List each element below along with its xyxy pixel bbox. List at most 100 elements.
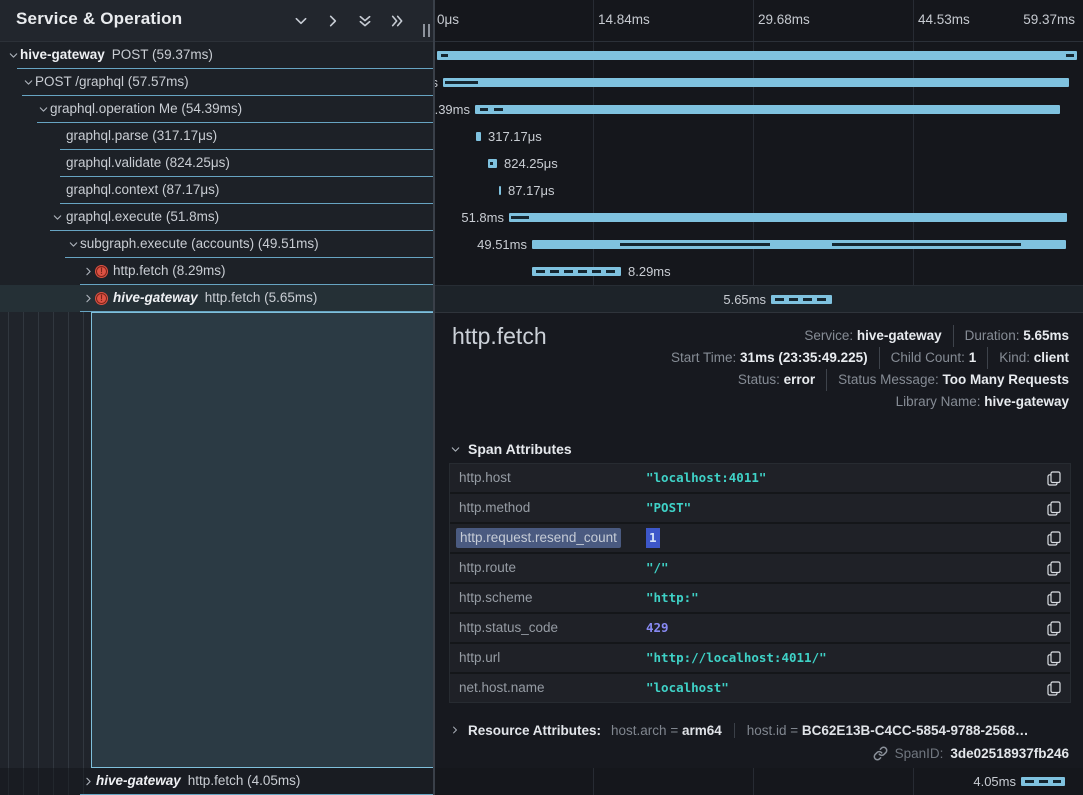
meta-label: Kind: <box>999 350 1034 365</box>
copy-icon[interactable] <box>1047 651 1061 666</box>
tree-panel-title: Service & Operation <box>16 9 182 29</box>
span-timeline-row[interactable]: 8.29ms <box>435 258 1083 285</box>
span-timeline-row[interactable]: 87.17μs <box>435 177 1083 204</box>
span-attributes-header[interactable]: Span Attributes <box>450 441 572 457</box>
chevron-down-icon[interactable] <box>23 77 34 88</box>
span-timeline-row[interactable]: 54.39ms <box>435 96 1083 123</box>
span-duration-bar[interactable] <box>509 213 1067 222</box>
attribute-key: http.scheme <box>459 584 533 612</box>
attribute-row[interactable]: http.host"localhost:4011" <box>450 464 1070 492</box>
span-timeline-row[interactable]: 51.8ms <box>435 204 1083 231</box>
chevron-down-icon[interactable] <box>8 50 19 61</box>
span-tree-row[interactable]: POST /graphql (57.57ms) <box>0 69 433 96</box>
span-timeline-row[interactable]: 57.57ms <box>435 69 1083 96</box>
attribute-row[interactable]: http.route"/" <box>450 554 1070 582</box>
indent-guide <box>68 312 69 795</box>
span-tree-row[interactable]: graphql.operation Me (54.39ms) <box>0 96 433 123</box>
span-id-label: SpanID: <box>895 746 944 761</box>
equals-sign: = <box>787 723 802 738</box>
meta-value: hive-gateway <box>857 328 942 343</box>
child-span-marker <box>490 162 493 165</box>
panel-splitter-handle[interactable] <box>423 24 430 37</box>
time-tick-label: 0μs <box>437 12 459 27</box>
copy-icon[interactable] <box>1047 561 1061 576</box>
attribute-row[interactable]: net.host.name"localhost" <box>450 674 1070 702</box>
span-duration-bar[interactable] <box>499 186 501 195</box>
span-tree-row[interactable]: graphql.parse (317.17μs) <box>0 123 433 150</box>
span-duration-bar[interactable] <box>443 78 1069 87</box>
meta-field: Service: hive-gateway <box>804 325 941 347</box>
span-duration-bar[interactable] <box>1021 777 1065 786</box>
chevron-right-icon[interactable] <box>83 293 94 304</box>
time-tick-label: 29.68ms <box>758 12 810 27</box>
expand-all-icon[interactable] <box>389 13 405 29</box>
chevron-down-icon[interactable] <box>68 239 79 250</box>
copy-icon[interactable] <box>1047 531 1061 546</box>
span-tree-row[interactable]: graphql.context (87.17μs) <box>0 177 433 204</box>
attribute-row[interactable]: http.status_code429 <box>450 614 1070 642</box>
chevron-right-icon[interactable] <box>83 776 94 787</box>
child-span-marker <box>1066 54 1074 57</box>
attribute-key: http.request.resend_count <box>456 528 621 548</box>
attribute-value: "http://localhost:4011/" <box>646 644 827 672</box>
duration-label: 49.51ms <box>435 231 527 258</box>
attribute-row[interactable]: http.method"POST" <box>450 494 1070 522</box>
span-label: graphql.execute (51.8ms) <box>66 204 219 230</box>
span-label: graphql.validate (824.25μs) <box>66 150 230 176</box>
span-tree-row[interactable]: graphql.validate (824.25μs) <box>0 150 433 177</box>
resource-attribute: host.arch = arm64 <box>611 723 722 738</box>
span-duration-bar[interactable] <box>488 159 497 168</box>
span-timeline-row[interactable] <box>435 42 1083 69</box>
copy-icon[interactable] <box>1047 621 1061 636</box>
attribute-key: http.status_code <box>459 614 558 642</box>
span-duration-bar[interactable] <box>475 105 1060 114</box>
copy-icon[interactable] <box>1047 591 1061 606</box>
copy-icon[interactable] <box>1047 471 1061 486</box>
service-name: hive-gateway <box>20 47 105 62</box>
collapse-all-icon[interactable] <box>357 13 373 29</box>
collapse-row-icon[interactable] <box>293 13 309 29</box>
span-tree-panel: hive-gatewayPOST (59.37ms) POST /graphql … <box>0 0 433 795</box>
resource-attributes-row[interactable]: Resource Attributes: host.arch = arm64ho… <box>450 717 1069 743</box>
operation-name: graphql.validate (824.25μs) <box>66 155 230 170</box>
span-tree-row[interactable]: hive-gatewayPOST (59.37ms) <box>0 42 433 69</box>
attribute-row[interactable]: http.url"http://localhost:4011/" <box>450 644 1070 672</box>
chevron-right-icon[interactable] <box>83 266 94 277</box>
chevron-down-icon[interactable] <box>52 212 63 223</box>
span-timeline-row[interactable]: 317.17μs <box>435 123 1083 150</box>
resource-attribute: host.id = BC62E13B-C4CC-5854-9788-2568… <box>734 723 1029 738</box>
span-timeline-row[interactable]: 49.51ms <box>435 231 1083 258</box>
chevron-down-icon[interactable] <box>38 104 49 115</box>
span-timeline-row[interactable]: 5.65ms <box>435 285 1083 312</box>
span-duration-bar[interactable] <box>532 240 1066 249</box>
span-tree-row[interactable]: subgraph.execute (accounts) (49.51ms) <box>0 231 433 258</box>
attribute-row[interactable]: http.scheme"http:" <box>450 584 1070 612</box>
selected-span-expanded-region[interactable] <box>91 312 433 768</box>
attribute-value: 1 <box>646 528 660 548</box>
operation-name: http.fetch (8.29ms) <box>113 263 226 278</box>
operation-name: POST /graphql (57.57ms) <box>35 74 189 89</box>
panel-divider[interactable] <box>433 0 435 795</box>
copy-icon[interactable] <box>1047 501 1061 516</box>
attribute-value: "localhost" <box>646 674 729 702</box>
child-span-marker <box>494 108 503 111</box>
meta-field: Status Message: Too Many Requests <box>826 369 1069 391</box>
span-duration-bar[interactable] <box>437 51 1077 60</box>
copy-icon[interactable] <box>1047 681 1061 696</box>
span-timeline-row[interactable]: 4.05ms <box>435 768 1083 795</box>
span-tree-row[interactable]: hive-gatewayhttp.fetch (4.05ms) <box>0 768 433 795</box>
meta-value: hive-gateway <box>984 394 1069 409</box>
expand-row-icon[interactable] <box>325 13 341 29</box>
meta-label: Status: <box>738 372 784 387</box>
link-icon[interactable] <box>873 746 888 761</box>
span-tree-row[interactable]: hive-gatewayhttp.fetch (5.65ms) <box>0 285 433 312</box>
span-tree-row[interactable]: http.fetch (8.29ms) <box>0 258 433 285</box>
span-duration-bar[interactable] <box>771 295 832 304</box>
span-duration-bar[interactable] <box>532 267 621 276</box>
span-tree-row[interactable]: graphql.execute (51.8ms) <box>0 204 433 231</box>
meta-label: Child Count: <box>891 350 969 365</box>
span-timeline-row[interactable]: 824.25μs <box>435 150 1083 177</box>
span-duration-bar[interactable] <box>476 132 481 141</box>
meta-field: Start Time: 31ms (23:35:49.225) <box>671 347 868 369</box>
attribute-row[interactable]: http.request.resend_count 1 <box>450 524 1070 552</box>
